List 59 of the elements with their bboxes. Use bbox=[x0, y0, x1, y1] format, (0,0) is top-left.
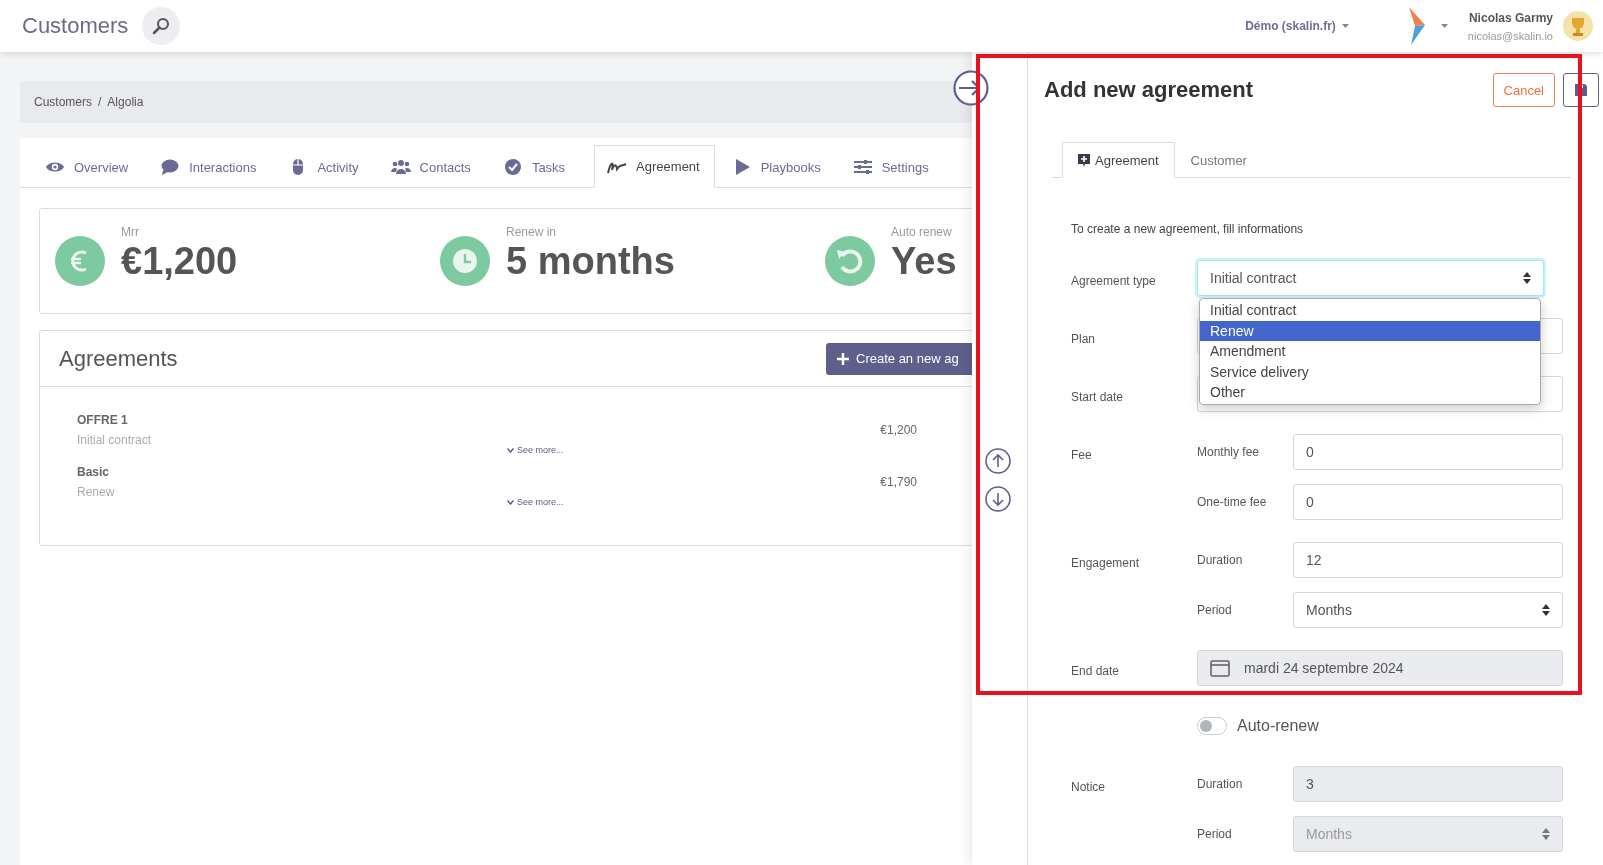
field-label: Period bbox=[1197, 603, 1233, 617]
dropdown-option[interactable]: Other bbox=[1200, 382, 1540, 403]
agreement-type: Renew bbox=[77, 485, 116, 499]
tab[interactable]: Customer bbox=[1174, 142, 1263, 178]
stat-value: €1,200 bbox=[121, 239, 238, 283]
field-label: One-time fee bbox=[1197, 495, 1268, 509]
breadcrumb-item[interactable]: Customers bbox=[34, 95, 92, 109]
tab[interactable]: Agreement bbox=[594, 145, 715, 188]
panel-title: Add new agreement bbox=[1044, 77, 1255, 103]
tab[interactable]: Activity bbox=[285, 145, 374, 188]
tab[interactable]: Agreement bbox=[1062, 142, 1175, 178]
field-label: Monthly fee bbox=[1197, 445, 1261, 459]
toggle-label: Auto-renew bbox=[1237, 717, 1319, 735]
create-agreement-button[interactable]: Create an new ag bbox=[826, 342, 972, 375]
tab[interactable]: Interactions bbox=[157, 145, 272, 188]
field-label: Plan bbox=[1071, 332, 1096, 346]
dropdown-option[interactable]: Amendment bbox=[1200, 341, 1540, 362]
field-label: Duration bbox=[1197, 777, 1244, 791]
field-label: End date bbox=[1071, 664, 1120, 678]
intro-text: To create a new agreement, fill informations bbox=[1071, 222, 1305, 236]
tab[interactable]: Playbooks bbox=[728, 145, 836, 188]
breadcrumb-separator: / bbox=[98, 95, 102, 109]
tab[interactable]: Contacts bbox=[387, 145, 486, 188]
see-more-link[interactable]: See more... bbox=[507, 497, 657, 507]
stat-label: Auto renew bbox=[891, 225, 953, 239]
user-name: Nicolas Garmy bbox=[1468, 10, 1553, 25]
agreement-amount: €1,200 bbox=[880, 423, 917, 437]
select-field[interactable]: Initial contract bbox=[1197, 260, 1544, 296]
agreement-amount: €1,790 bbox=[880, 475, 917, 489]
select-field[interactable]: Months bbox=[1293, 592, 1563, 628]
field-label: Engagement bbox=[1071, 556, 1140, 570]
stat-label: Mrr bbox=[121, 225, 140, 239]
user-email: nicolas@skalin.io bbox=[1467, 29, 1553, 42]
stat-value: 5 months bbox=[506, 239, 675, 283]
input-field[interactable]: 0 bbox=[1293, 434, 1563, 470]
agreement-name: Basic bbox=[77, 465, 111, 479]
page-title: Customers bbox=[22, 13, 129, 39]
field-label: Start date bbox=[1071, 390, 1124, 404]
input-field[interactable]: 0 bbox=[1293, 484, 1563, 520]
field-label: Period bbox=[1197, 827, 1233, 841]
tab[interactable]: Tasks bbox=[499, 145, 581, 188]
field-label: Notice bbox=[1071, 780, 1105, 794]
field-label: Agreement type bbox=[1071, 274, 1156, 288]
section-title: Agreements bbox=[59, 345, 179, 372]
breadcrumb-item: Algolia bbox=[107, 95, 144, 109]
input-field[interactable]: 12 bbox=[1293, 542, 1563, 578]
agreement-name: OFFRE 1 bbox=[77, 413, 129, 427]
see-more-link[interactable]: See more... bbox=[507, 445, 657, 455]
dropdown-option[interactable]: Initial contract bbox=[1200, 300, 1540, 321]
workspace-dropdown[interactable]: Démo (skalin.fr) bbox=[1239, 18, 1355, 34]
field-label: Duration bbox=[1197, 553, 1244, 567]
agreement-type: Initial contract bbox=[77, 433, 153, 447]
dropdown-option[interactable]: Service delivery bbox=[1200, 361, 1540, 382]
dropdown-option[interactable]: Renew bbox=[1200, 320, 1540, 341]
stat-label: Renew in bbox=[506, 225, 558, 239]
tab[interactable]: Settings bbox=[849, 145, 944, 188]
field-label: Fee bbox=[1071, 448, 1092, 462]
stat-value: Yes bbox=[891, 239, 957, 283]
tab[interactable]: Overview bbox=[42, 145, 144, 188]
